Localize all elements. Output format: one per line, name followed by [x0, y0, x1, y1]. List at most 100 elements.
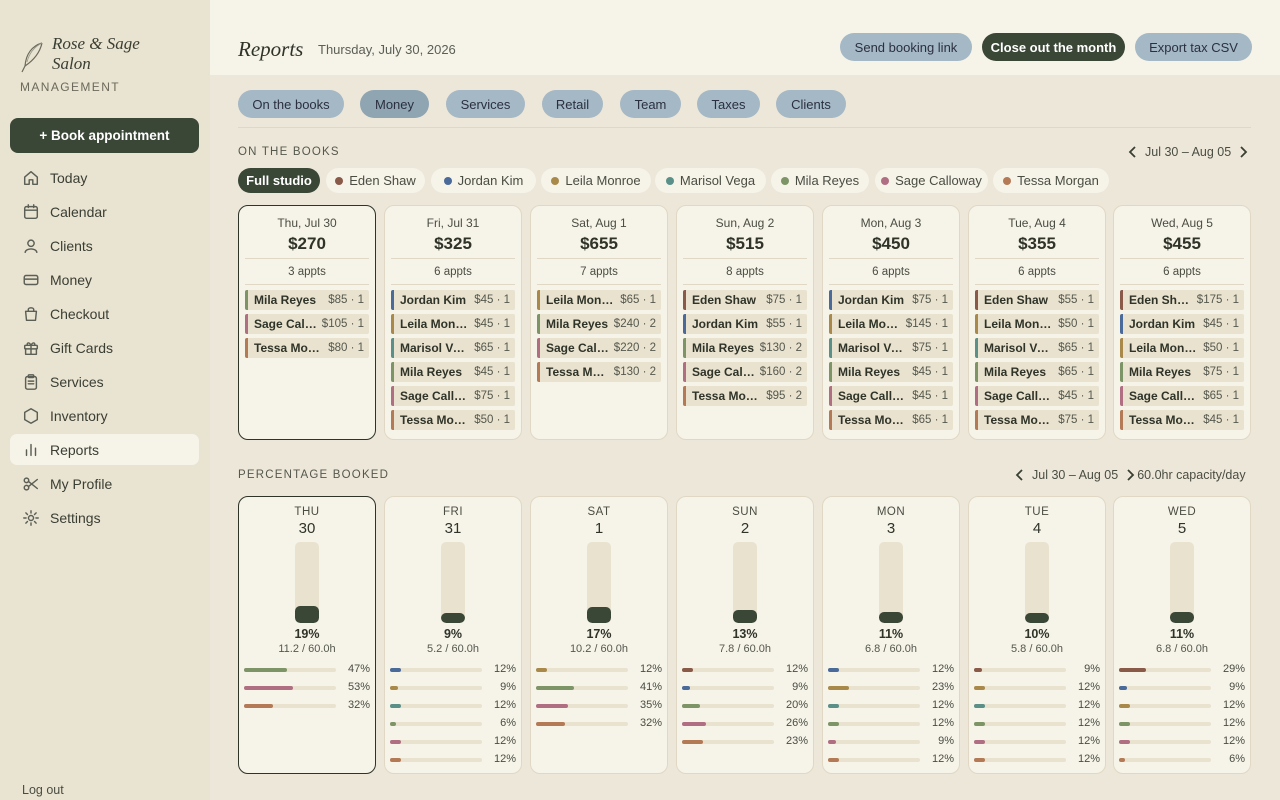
close-month-button[interactable]: Close out the month	[982, 33, 1125, 61]
pct-day-card[interactable]: SUN 2 13% 7.8 / 60.0h 12% 9% 20% 26% 23%	[676, 496, 814, 774]
staff-booking-row[interactable]: Tessa Morgan $95 · 2	[683, 386, 807, 406]
chevron-left-icon[interactable]	[1128, 146, 1138, 158]
staff-utilization-row: 47%	[244, 663, 370, 676]
staff-booking-row[interactable]: Tessa Morgan$130 · 2	[537, 362, 661, 382]
staff-utilization-track	[536, 668, 628, 672]
export-tax-csv-button[interactable]: Export tax CSV	[1135, 33, 1252, 61]
staff-booking-row[interactable]: Mila Reyes $130 · 2	[683, 338, 807, 358]
sidebar-item-money[interactable]: Money	[10, 264, 199, 295]
tab-money[interactable]: Money	[360, 90, 429, 118]
staff-booking-row[interactable]: Sage Calloway$105 · 1	[245, 314, 369, 334]
sidebar-item-calendar[interactable]: Calendar	[10, 196, 199, 227]
day-card[interactable]: Tue, Aug 4 $355 6 appts Eden Shaw $55 · 1 Lei…	[968, 205, 1106, 440]
pct-booked-value: 10%	[1024, 627, 1050, 641]
filter-chip[interactable]: Mila Reyes	[771, 168, 869, 193]
staff-booking-row[interactable]: Sage Calloway$220 · 2	[537, 338, 661, 358]
day-card[interactable]: Sun, Aug 2 $515 8 appts Eden Shaw $75 · 1 Jor…	[676, 205, 814, 440]
staff-booking-row[interactable]: Mila Reyes $65 · 1	[975, 362, 1099, 382]
sidebar-item-my-profile[interactable]: My Profile	[10, 468, 199, 499]
tab-retail[interactable]: Retail	[542, 90, 603, 118]
filter-chip[interactable]: Leila Monroe	[541, 168, 651, 193]
staff-utilization-track	[536, 722, 628, 726]
sidebar-item-today[interactable]: Today	[10, 162, 199, 193]
sidebar-item-reports[interactable]: Reports	[10, 434, 199, 465]
pct-day-card[interactable]: WED 5 11% 6.8 / 60.0h 29% 9% 12% 12% 12% 6%	[1113, 496, 1251, 774]
sidebar-item-checkout[interactable]: Checkout	[10, 298, 199, 329]
staff-booking-row[interactable]: Jordan Kim $45 · 1	[391, 290, 515, 310]
filter-chip[interactable]: Tessa Morgan	[993, 168, 1109, 193]
logout-link[interactable]: Log out	[22, 783, 64, 797]
staff-booking-row[interactable]: Leila Monroe $50 · 1	[1120, 338, 1244, 358]
day-card-amount: $270	[288, 234, 326, 253]
sidebar-item-gift-cards[interactable]: Gift Cards	[10, 332, 199, 363]
staff-name: Leila Monroe	[1129, 341, 1200, 355]
sidebar-item-inventory[interactable]: Inventory	[10, 400, 199, 431]
staff-utilization-pct: 23%	[785, 735, 808, 747]
sidebar-item-clients[interactable]: Clients	[10, 230, 199, 261]
staff-utilization-row: 23%	[682, 735, 808, 748]
booked-gauge	[733, 542, 757, 623]
staff-booking-row[interactable]: Leila Monroe$145 · 1	[829, 314, 953, 334]
filter-chip[interactable]: Jordan Kim	[431, 168, 536, 193]
chevron-left-icon[interactable]	[1015, 469, 1025, 481]
staff-utilization-row: 32%	[536, 717, 662, 730]
staff-booking-row[interactable]: Jordan Kim $45 · 1	[1120, 314, 1244, 334]
day-card[interactable]: Mon, Aug 3 $450 6 appts Jordan Kim $75 · 1 Le…	[822, 205, 960, 440]
staff-booking-row[interactable]: Mila Reyes $45 · 1	[391, 362, 515, 382]
staff-booking-row[interactable]: Sage Calloway$160 · 2	[683, 362, 807, 382]
staff-booking-row[interactable]: Sage Calloway$75 · 1	[391, 386, 515, 406]
filter-chip[interactable]: Eden Shaw	[326, 168, 425, 193]
day-card[interactable]: Sat, Aug 1 $655 7 appts Leila Monroe $65 · 1…	[530, 205, 668, 440]
pct-day-card[interactable]: THU 30 19% 11.2 / 60.0h 47% 53% 32%	[238, 496, 376, 774]
staff-booking-row[interactable]: Jordan Kim $55 · 1	[683, 314, 807, 334]
staff-booking-row[interactable]: Marisol Vega $65 · 1	[391, 338, 515, 358]
staff-booking-row[interactable]: Leila Monroe $45 · 1	[391, 314, 515, 334]
sidebar-item-settings[interactable]: Settings	[10, 502, 199, 533]
filter-chip[interactable]: Full studio	[238, 168, 320, 193]
day-card[interactable]: Wed, Aug 5 $455 6 appts Eden Shaw $175 · 1 Jo…	[1113, 205, 1251, 440]
staff-booking-row[interactable]: Leila Monroe $65 · 1	[537, 290, 661, 310]
tab-taxes[interactable]: Taxes	[697, 90, 760, 118]
staff-booking-row[interactable]: Eden Shaw $175 · 1	[1120, 290, 1244, 310]
staff-booking-row[interactable]: Sage Calloway$45 · 1	[975, 386, 1099, 406]
staff-utilization-fill	[828, 668, 840, 672]
sidebar-item-services[interactable]: Services	[10, 366, 199, 397]
staff-booking-row[interactable]: Marisol Vega $65 · 1	[975, 338, 1099, 358]
staff-booking-row[interactable]: Tessa Morgan $45 · 1	[1120, 410, 1244, 430]
staff-booking-row[interactable]: Jordan Kim $75 · 1	[829, 290, 953, 310]
day-card[interactable]: Fri, Jul 31 $325 6 appts Jordan Kim $45 · 1L…	[384, 205, 522, 440]
pct-booked-hours: 6.8 / 60.0h	[865, 643, 917, 655]
staff-booking-row[interactable]: Mila Reyes $75 · 1	[1120, 362, 1244, 382]
tab-on-the-books[interactable]: On the books	[238, 90, 344, 118]
staff-booking-row[interactable]: Tessa Morgan $50 · 1	[391, 410, 515, 430]
staff-booking-row[interactable]: Eden Shaw $55 · 1	[975, 290, 1099, 310]
booking-value: $220 · 2	[613, 342, 656, 354]
send-booking-link-button[interactable]: Send booking link	[840, 33, 972, 61]
chevron-right-icon[interactable]	[1238, 146, 1248, 158]
staff-booking-row[interactable]: Tessa Morgan $75 · 1	[975, 410, 1099, 430]
staff-booking-row[interactable]: Leila Monroe $50 · 1	[975, 314, 1099, 334]
pct-day-card[interactable]: MON 3 11% 6.8 / 60.0h 12% 23% 12% 12% 9% 12%	[822, 496, 960, 774]
staff-booking-row[interactable]: Sage Calloway$65 · 1	[1120, 386, 1244, 406]
tab-team[interactable]: Team	[620, 90, 681, 118]
book-appointment-button[interactable]: + Book appointment	[10, 118, 199, 153]
staff-booking-row[interactable]: Mila Reyes $45 · 1	[829, 362, 953, 382]
staff-booking-row[interactable]: Tessa Morgan $65 · 1	[829, 410, 953, 430]
staff-utilization-track	[974, 686, 1066, 690]
filter-chip[interactable]: Marisol Vega	[655, 168, 766, 193]
pct-day-card[interactable]: SAT 1 17% 10.2 / 60.0h 12% 41% 35% 32%	[530, 496, 668, 774]
staff-booking-row[interactable]: Sage Calloway$45 · 1	[829, 386, 953, 406]
staff-booking-row[interactable]: Eden Shaw $75 · 1	[683, 290, 807, 310]
pct-day-card[interactable]: FRI 31 9% 5.2 / 60.0h 12% 9% 12% 6% 12% 12%	[384, 496, 522, 774]
staff-booking-row[interactable]: Mila Reyes $85 · 1	[245, 290, 369, 310]
chevron-right-icon[interactable]	[1125, 469, 1135, 481]
staff-booking-row[interactable]: Mila Reyes $240 · 2	[537, 314, 661, 334]
brand-subtitle: MANAGEMENT	[20, 80, 121, 94]
pct-day-card[interactable]: TUE 4 10% 5.8 / 60.0h 9% 12% 12% 12% 12% 12%	[968, 496, 1106, 774]
staff-booking-row[interactable]: Tessa Morgan $80 · 1	[245, 338, 369, 358]
filter-chip[interactable]: Sage Calloway	[875, 168, 988, 193]
staff-booking-row[interactable]: Marisol Vega $75 · 1	[829, 338, 953, 358]
day-card[interactable]: Thu, Jul 30 $270 3 appts Mila Reyes $85 · 1 S…	[238, 205, 376, 440]
tab-clients[interactable]: Clients	[776, 90, 846, 118]
tab-services[interactable]: Services	[446, 90, 525, 118]
